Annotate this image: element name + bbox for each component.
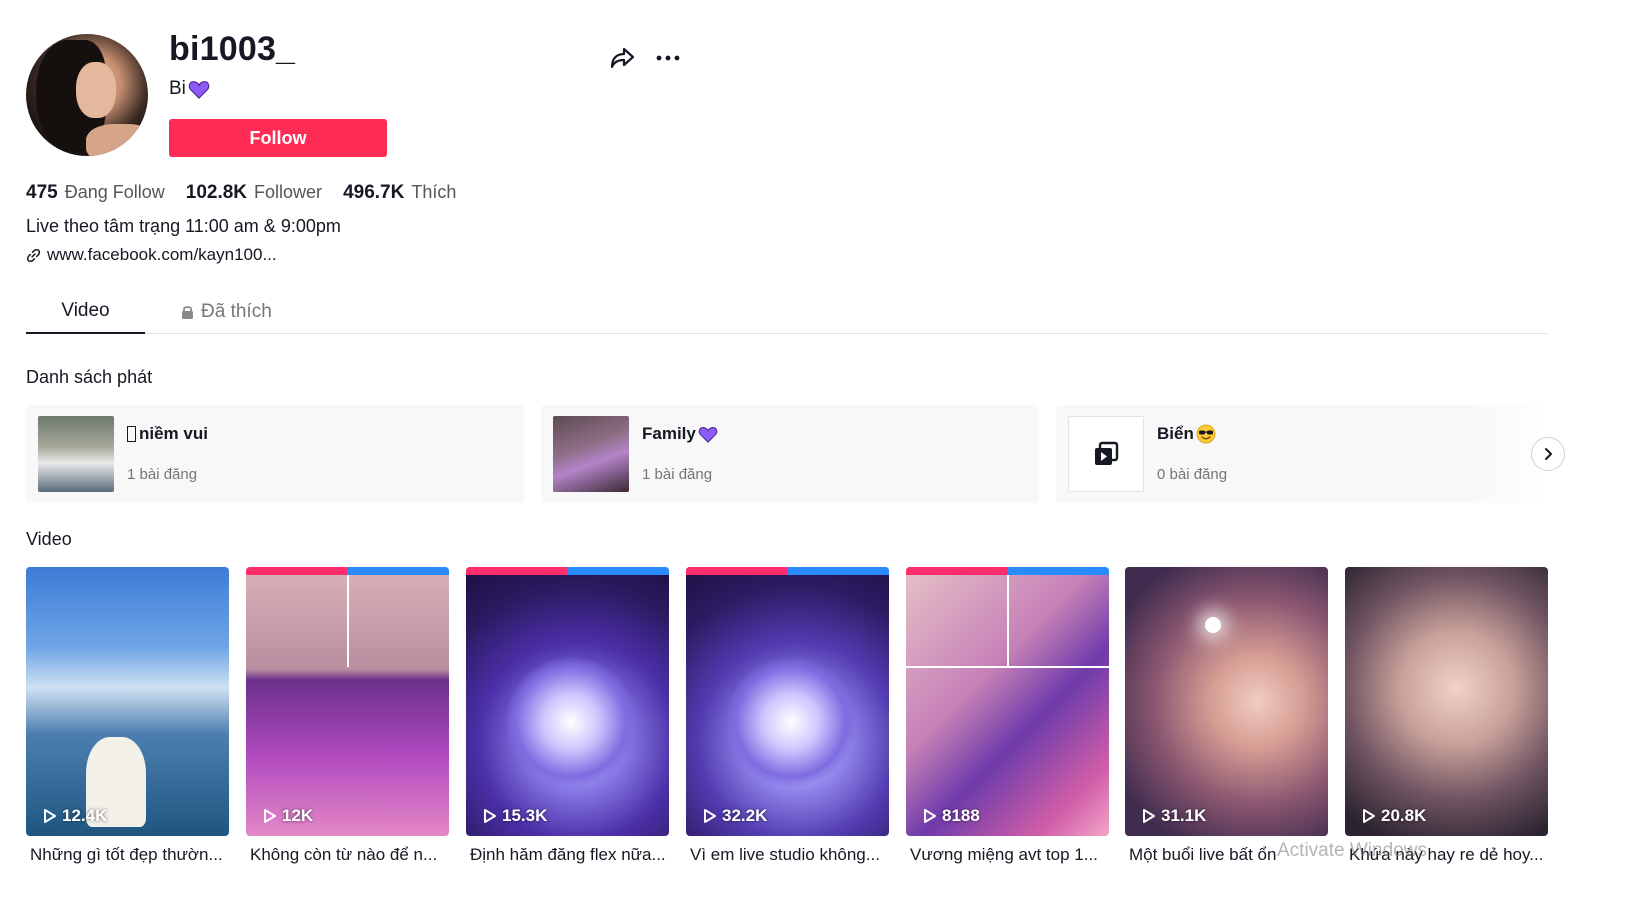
profile-tabs: Video Đã thích [26, 290, 1548, 334]
play-icon [1363, 809, 1375, 823]
play-icon [1143, 809, 1155, 823]
nickname: Bi [169, 78, 210, 100]
stat-followers[interactable]: 102.8K Follower [186, 182, 322, 204]
video-views-count: 8188 [942, 806, 980, 825]
playlist-name-text: Biển [1157, 424, 1194, 443]
video-thumbnail: 12.4K [26, 567, 229, 836]
video-thumbnail: 32.2K [686, 567, 889, 836]
playlist-thumbnail [1068, 416, 1144, 492]
profile-link[interactable]: www.facebook.com/kayn100... [26, 245, 277, 265]
video-caption[interactable]: Định hăm đăng flex nữa... [466, 845, 669, 865]
video-item[interactable]: 32.2K Vì em live studio không... [686, 567, 889, 865]
video-thumbnail: 20.8K [1345, 567, 1548, 836]
chevron-right-icon [1545, 448, 1552, 460]
share-icon[interactable] [608, 44, 636, 72]
video-thumbnail: 8188 [906, 567, 1109, 836]
nickname-text: Bi [169, 78, 186, 99]
stat-value: 102.8K [185, 182, 248, 203]
playlist-count: 1 bài đăng [127, 466, 198, 483]
purple-heart-icon [188, 81, 210, 99]
play-icon [264, 809, 276, 823]
playlist-name-text: Family [642, 424, 696, 443]
video-item[interactable]: 31.1K Một buổi live bất ổn [1125, 567, 1328, 865]
play-icon [924, 809, 936, 823]
avatar [26, 34, 148, 156]
playlist-card[interactable]: Family 1 bài đăng [541, 405, 1039, 503]
video-views: 12.4K [42, 806, 107, 826]
profile-stats: 475 Đang Follow 102.8K Follower 496.7K T… [26, 182, 456, 204]
playlist-card[interactable]: niềm vui 1 bài đăng [26, 405, 524, 503]
video-views: 12K [262, 806, 313, 826]
stat-value: 496.7K [343, 182, 405, 203]
video-views-count: 12.4K [62, 806, 108, 825]
stat-label: Follower [254, 182, 323, 202]
video-item[interactable]: 15.3K Định hăm đăng flex nữa... [466, 567, 669, 865]
video-views-count: 32.2K [722, 806, 768, 825]
video-caption[interactable]: Vương miệng avt top 1... [906, 845, 1109, 865]
video-views: 31.1K [1141, 806, 1206, 826]
video-item[interactable]: 12.4K Những gì tốt đẹp thườn... [26, 567, 229, 865]
profile-link-text: www.facebook.com/kayn100... [47, 245, 277, 264]
lock-icon [182, 306, 193, 319]
video-views: 15.3K [482, 806, 547, 826]
video-views: 20.8K [1361, 806, 1426, 826]
playlist-name: Biển [1157, 424, 1216, 444]
link-icon [26, 248, 41, 262]
video-views: 32.2K [702, 806, 767, 826]
sunglasses-emoji-icon [1196, 424, 1216, 444]
playlist-name-text: niềm vui [139, 424, 208, 443]
tab-video[interactable]: Video [26, 290, 145, 334]
missing-glyph-icon [127, 426, 136, 442]
video-item[interactable]: 12K Không còn từ nào để n... [246, 567, 449, 865]
video-views-count: 12K [282, 806, 314, 825]
playlist-next-button[interactable] [1531, 437, 1565, 471]
playlist-carousel: niềm vui 1 bài đăng Family 1 bài đăng Bi… [26, 405, 1548, 503]
stat-label: Thích [411, 182, 457, 202]
video-thumbnail: 15.3K [466, 567, 669, 836]
stat-following[interactable]: 475 Đang Follow [26, 182, 165, 204]
playlist-name: Family [642, 424, 718, 444]
video-thumbnail: 12K [246, 567, 449, 836]
play-icon [484, 809, 496, 823]
purple-heart-icon [698, 426, 718, 443]
playlist-stack-icon [1095, 441, 1119, 465]
video-caption[interactable]: Không còn từ nào để n... [246, 845, 449, 865]
profile-bio: Live theo tâm trạng 11:00 am & 9:00pm [26, 216, 341, 236]
video-views-count: 15.3K [502, 806, 548, 825]
tab-liked[interactable]: Đã thích [180, 290, 272, 334]
username: bi1003_ [169, 30, 296, 68]
playlist-count: 0 bài đăng [1157, 466, 1228, 483]
tab-liked-label: Đã thích [201, 301, 272, 322]
video-caption[interactable]: Những gì tốt đẹp thườn... [26, 845, 229, 865]
video-thumbnail: 31.1K [1125, 567, 1328, 836]
video-caption[interactable]: Vì em live studio không... [686, 845, 889, 865]
video-item[interactable]: 8188 Vương miệng avt top 1... [906, 567, 1109, 865]
playlist-name: niềm vui [127, 424, 208, 444]
play-icon [44, 809, 56, 823]
playlist-count: 1 bài đăng [642, 466, 713, 483]
stat-label: Đang Follow [64, 182, 165, 202]
playlist-thumbnail [553, 416, 629, 492]
more-icon[interactable] [654, 46, 682, 70]
video-views: 8188 [922, 806, 980, 826]
video-item[interactable]: 20.8K Khứa này hay re dẻ hoy... [1345, 567, 1548, 865]
videos-title: Video [26, 529, 72, 549]
video-views-count: 20.8K [1381, 806, 1427, 825]
follow-button[interactable]: Follow [169, 119, 387, 157]
stat-value: 475 [26, 182, 58, 203]
os-activation-watermark: Activate Windows [1277, 840, 1427, 861]
video-views-count: 31.1K [1161, 806, 1207, 825]
playlist-thumbnail [38, 416, 114, 492]
stat-likes: 496.7K Thích [343, 182, 456, 204]
playlists-title: Danh sách phát [26, 367, 153, 387]
play-icon [704, 809, 716, 823]
